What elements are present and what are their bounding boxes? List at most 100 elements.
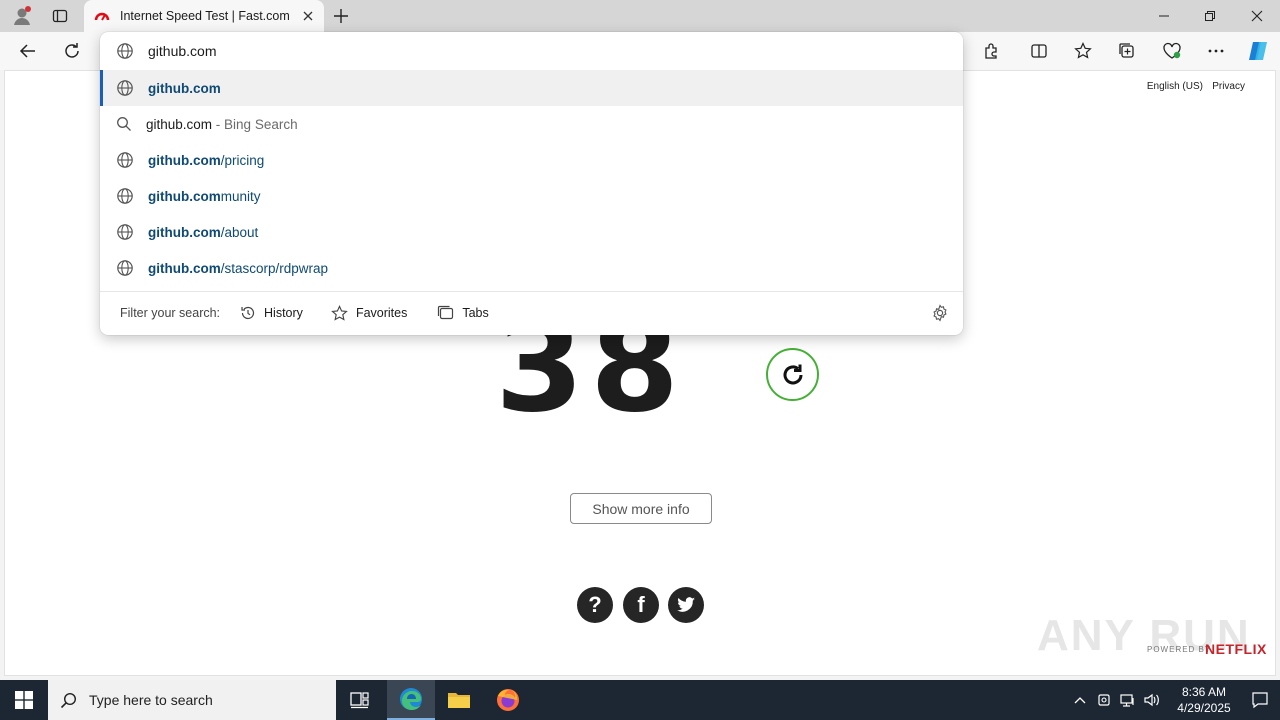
close-window-button[interactable]	[1234, 0, 1280, 32]
favorites-button[interactable]	[1067, 36, 1099, 66]
suggestion-item[interactable]: github.com/pricing	[100, 142, 963, 178]
history-icon	[241, 306, 255, 320]
taskbar-search-placeholder: Type here to search	[89, 692, 213, 708]
notification-icon	[1252, 692, 1268, 709]
plus-icon	[334, 9, 348, 23]
suggestion-match: github.com	[148, 80, 221, 96]
globe-icon	[117, 152, 133, 168]
star-icon	[331, 304, 348, 321]
powered-by-label: POWERED BY	[1147, 645, 1212, 654]
language-selector[interactable]: English (US)	[1147, 81, 1203, 92]
collections-icon	[1119, 43, 1134, 58]
netflix-logo: NETFLIX	[1205, 641, 1267, 657]
filter-favorites[interactable]: Favorites	[331, 304, 407, 322]
minimize-button[interactable]	[1141, 0, 1187, 32]
task-view-button[interactable]	[336, 680, 384, 720]
suggestion-item[interactable]: github.community	[100, 178, 963, 214]
more-dots-icon	[1208, 49, 1224, 53]
tray-device-button[interactable]	[1092, 692, 1116, 708]
start-button[interactable]	[0, 680, 48, 720]
address-input[interactable]	[148, 43, 848, 59]
taskbar-firefox[interactable]	[484, 680, 532, 720]
search-icon	[60, 692, 77, 708]
tab-actions-button[interactable]	[44, 2, 76, 30]
filter-tabs-label: Tabs	[462, 306, 489, 320]
network-icon	[1120, 694, 1134, 707]
filter-tabs[interactable]: Tabs	[437, 305, 489, 321]
volume-button[interactable]	[1140, 692, 1164, 708]
favorites-star-icon	[1074, 42, 1092, 59]
split-screen-button[interactable]	[1023, 36, 1055, 66]
back-arrow-icon	[19, 44, 35, 58]
chevron-up-icon	[1074, 697, 1086, 704]
extensions-button[interactable]	[975, 36, 1007, 66]
back-button[interactable]	[12, 36, 44, 66]
refresh-icon	[65, 43, 79, 58]
volume-icon	[1144, 693, 1159, 707]
clock-time: 8:36 AM	[1181, 685, 1227, 699]
tab-strip: Internet Speed Test | Fast.com	[0, 0, 1280, 32]
suggestion-item[interactable]: github.com - Bing Search	[100, 106, 963, 142]
filter-row: Filter your search: History Favorites Ta…	[100, 294, 963, 332]
minimize-icon	[1159, 15, 1169, 17]
twitter-button[interactable]	[668, 587, 704, 623]
suggestion-query: github.com	[146, 116, 213, 132]
globe-icon	[117, 260, 133, 276]
filter-label: Filter your search:	[120, 306, 221, 320]
filter-history[interactable]: History	[240, 305, 303, 321]
taskbar-edge[interactable]	[387, 680, 435, 720]
tab-fast-com[interactable]: Internet Speed Test | Fast.com	[84, 0, 324, 32]
help-icon: ?	[588, 592, 602, 617]
privacy-link[interactable]: Privacy	[1212, 81, 1245, 92]
clock[interactable]: 8:36 AM 4/29/2025	[1168, 684, 1240, 716]
show-hidden-icons-button[interactable]	[1068, 696, 1092, 704]
notifications-button[interactable]	[1240, 691, 1280, 709]
address-bar[interactable]	[100, 32, 963, 70]
show-more-info-button[interactable]: Show more info	[570, 493, 712, 524]
suggestion-match: github.com	[148, 260, 221, 276]
fast-com-favicon	[94, 12, 110, 21]
suggestion-match: github.com	[148, 188, 221, 204]
suggestion-item[interactable]: github.com/stascorp/rdpwrap	[100, 250, 963, 286]
profile-icon	[14, 6, 31, 25]
suggestion-item[interactable]: github.com	[100, 70, 963, 106]
clock-date: 4/29/2025	[1177, 701, 1231, 715]
system-tray: 8:36 AM 4/29/2025	[1068, 680, 1280, 720]
suggestion-item[interactable]: github.com/about	[100, 214, 963, 250]
suggestion-rest: /pricing	[220, 152, 265, 168]
suggestion-rest: /about	[220, 224, 259, 240]
network-button[interactable]	[1116, 692, 1140, 708]
firefox-icon	[497, 689, 519, 711]
globe-icon	[117, 188, 133, 204]
copilot-button[interactable]	[1242, 36, 1274, 66]
split-screen-icon	[1031, 44, 1047, 58]
help-button[interactable]: ?	[577, 587, 613, 623]
facebook-icon: f	[637, 592, 645, 617]
heart-pulse-icon	[1163, 42, 1181, 59]
search-settings-button[interactable]	[931, 304, 949, 325]
collections-button[interactable]	[1111, 36, 1143, 66]
facebook-button[interactable]: f	[623, 587, 659, 623]
taskbar: Type here to search 8:36 AM 4/29/2025	[0, 680, 1280, 720]
tab-actions-icon	[52, 9, 68, 23]
profile-button[interactable]	[6, 2, 38, 30]
tabs-icon	[438, 305, 454, 320]
browser-essentials-button[interactable]	[1156, 36, 1188, 66]
refresh-icon	[783, 364, 802, 384]
extensions-icon	[985, 43, 997, 59]
tab-title: Internet Speed Test | Fast.com	[120, 9, 290, 23]
settings-more-button[interactable]	[1200, 36, 1232, 66]
close-tab-icon[interactable]	[302, 10, 314, 22]
globe-icon	[117, 80, 133, 96]
restore-button[interactable]	[1187, 0, 1233, 32]
suggestion-engine: - Bing Search	[212, 116, 298, 132]
filter-history-label: History	[264, 306, 303, 320]
new-tab-button[interactable]	[325, 2, 357, 30]
suggestion-rest: /stascorp/rdpwrap	[220, 260, 329, 276]
globe-icon	[117, 43, 133, 59]
taskbar-search[interactable]: Type here to search	[48, 680, 336, 720]
divider	[100, 291, 963, 292]
refresh-page-button[interactable]	[56, 36, 88, 66]
taskbar-file-explorer[interactable]	[435, 680, 483, 720]
retest-button[interactable]	[766, 348, 819, 401]
